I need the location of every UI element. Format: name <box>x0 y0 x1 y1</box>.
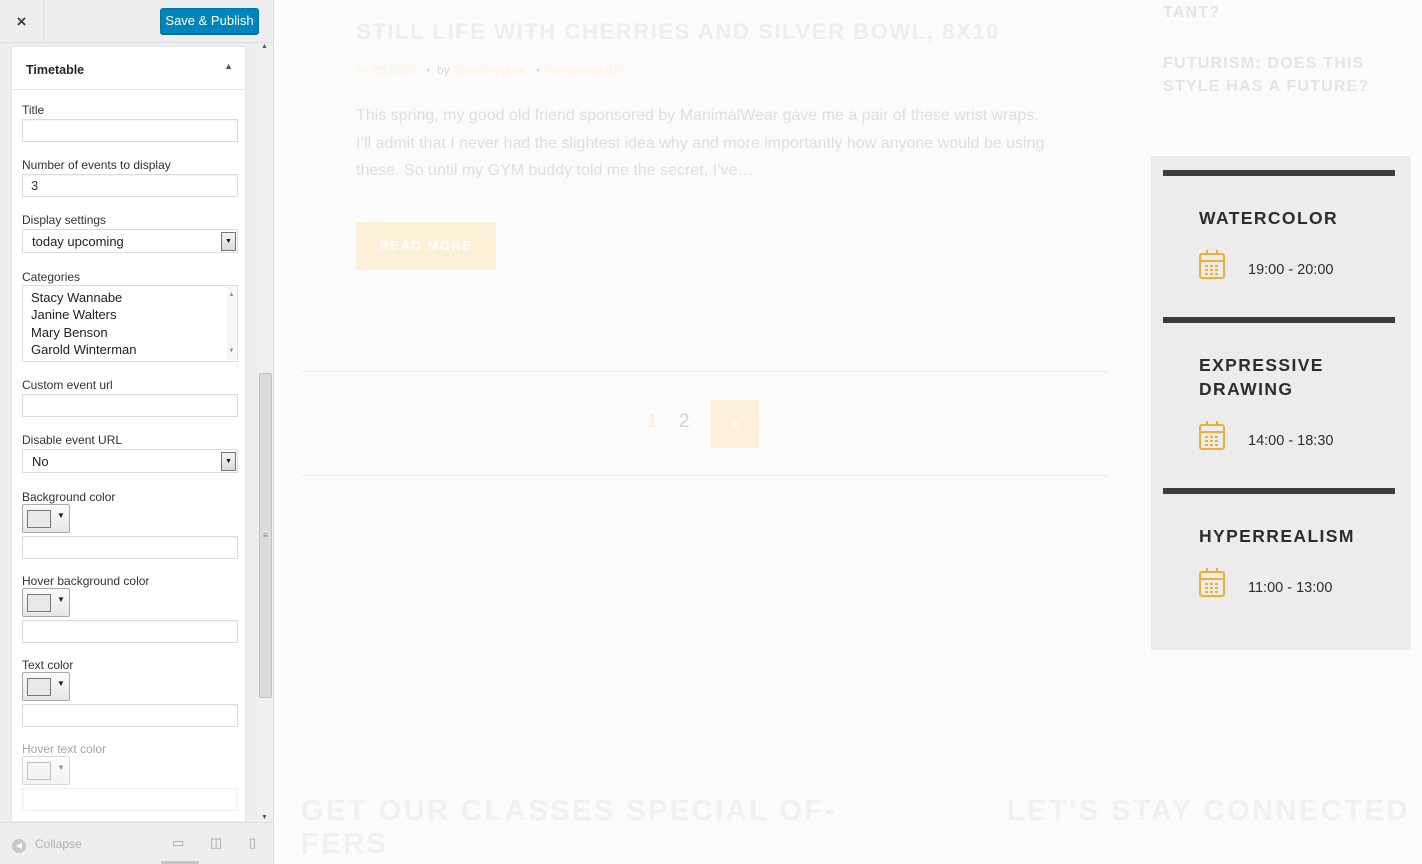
page-link-1[interactable]: 1 <box>647 411 658 433</box>
text-color-input[interactable] <box>22 704 238 727</box>
caret-down-icon: ▼ <box>57 595 65 604</box>
timetable-widget: WATERCOLOR 19:00 - 20:00 EXPRESSIVE DRAW… <box>1151 156 1411 650</box>
scroll-down-icon[interactable]: ▼ <box>227 343 236 360</box>
display-settings-value: today upcoming <box>32 234 124 249</box>
post-excerpt: This spring, my good old friend sponsore… <box>356 107 1045 179</box>
grip-icon: ≡ <box>263 531 268 540</box>
caret-down-icon: ▼ <box>57 679 65 688</box>
widget-form: Title Number of events to display 3 Disp… <box>11 90 246 821</box>
caret-down-icon: ▼ <box>57 511 65 520</box>
tablet-icon[interactable]: ◫ <box>210 835 222 851</box>
dropdown-arrow-icon[interactable]: ▼ <box>221 232 236 251</box>
chevron-right-icon: › <box>731 410 739 435</box>
mobile-icon[interactable]: ▯ <box>249 835 256 851</box>
event-card[interactable]: EXPRESSIVE DRAWING 14:00 - 18:30 <box>1163 317 1395 472</box>
scroll-up-icon[interactable]: ▲ <box>261 43 268 50</box>
disable-url-label: Disable event URL <box>22 433 123 447</box>
color-swatch-icon <box>27 594 51 612</box>
next-page-button[interactable]: › <box>711 400 759 448</box>
event-name[interactable]: WATERCOLOR <box>1199 206 1338 230</box>
post-comments[interactable]: comments (0) <box>547 63 620 77</box>
recent-post-link[interactable]: FUTURISM: DOES THIS STYLE HAS A FUTURE? <box>1163 52 1393 98</box>
category-option[interactable]: Mary Benson <box>31 324 229 341</box>
listbox-scrollbar[interactable]: ▲ ▼ <box>227 287 236 360</box>
caret-down-icon: ▼ <box>57 763 65 772</box>
widget-panel: Timetable ▲ Title Number of events to di… <box>11 43 258 821</box>
color-swatch-icon <box>27 678 51 696</box>
category-option[interactable]: Stacy Wannabe <box>31 289 229 306</box>
bg-color-input[interactable] <box>22 536 238 559</box>
footer-connect-heading: LET'S STAY CONNECTED <box>1007 795 1410 827</box>
event-time: 19:00 - 20:00 <box>1248 262 1334 278</box>
event-time: 11:00 - 13:00 <box>1248 580 1333 596</box>
event-time: 14:00 - 18:30 <box>1248 433 1334 449</box>
save-publish-button[interactable]: Save & Publish <box>160 8 259 34</box>
display-settings-select[interactable]: today upcoming ▼ <box>22 229 238 253</box>
site-preview: STILL LIFE WITH CHERRIES AND SILVER BOWL… <box>274 0 1422 864</box>
hover-text-color-picker[interactable]: ▼ <box>22 756 70 785</box>
post-author[interactable]: Steve Ayokee <box>453 63 526 77</box>
hover-bg-color-input[interactable] <box>22 620 238 643</box>
custom-url-input[interactable] <box>22 394 238 417</box>
divider <box>301 371 1108 372</box>
scrollbar-thumb[interactable]: ≡ <box>259 373 272 698</box>
categories-listbox[interactable]: Stacy Wannabe Janine Walters Mary Benson… <box>22 285 238 362</box>
scroll-down-icon[interactable]: ▼ <box>261 814 268 821</box>
color-swatch-icon <box>27 762 51 780</box>
hover-bg-color-picker[interactable]: ▼ <box>22 588 70 617</box>
color-swatch-icon <box>27 510 51 528</box>
hover-text-color-label: Hover text color <box>22 742 107 756</box>
collapse-arrow-icon[interactable]: ▲ <box>224 61 233 71</box>
collapse-label: Collapse <box>35 837 82 851</box>
event-name[interactable]: EXPRESSIVE DRAWING <box>1199 353 1395 401</box>
category-option[interactable]: Garold Winterman <box>31 341 229 358</box>
desktop-icon[interactable]: ▭ <box>172 835 184 851</box>
post-by: by <box>436 63 450 77</box>
event-name[interactable]: HYPERREALISM <box>1199 524 1355 548</box>
text-color-label: Text color <box>22 658 74 672</box>
page-link-2[interactable]: 2 <box>679 411 690 433</box>
collapse-arrow-icon: ◀ <box>12 839 26 853</box>
bg-color-picker[interactable]: ▼ <box>22 504 70 533</box>
disable-url-value: No <box>32 454 49 469</box>
widget-header[interactable]: Timetable ▲ <box>11 46 246 90</box>
read-more-button[interactable]: READ MORE <box>356 222 496 270</box>
event-card[interactable]: WATERCOLOR 19:00 - 20:00 <box>1163 170 1395 302</box>
calendar-icon <box>1199 250 1225 279</box>
category-option[interactable]: Janine Walters <box>31 306 229 323</box>
custom-url-label: Custom event url <box>22 378 113 392</box>
disable-url-select[interactable]: No ▼ <box>22 449 238 473</box>
scroll-up-icon[interactable]: ▲ <box>227 287 236 304</box>
events-count-label: Number of events to display <box>22 158 171 172</box>
widget-title: Timetable <box>26 63 85 77</box>
post-date[interactable]: 04.05.2016 <box>356 63 416 77</box>
display-settings-label: Display settings <box>22 213 107 227</box>
customizer-footer: ◀ Collapse ▭ ◫ ▯ <box>0 822 273 864</box>
customizer-sidebar: × Save & Publish Timetable ▲ Title Numbe… <box>0 0 274 864</box>
hover-bg-color-label: Hover background color <box>22 574 150 588</box>
title-label: Title <box>22 103 45 117</box>
hover-text-color-input[interactable] <box>22 788 238 811</box>
bg-color-label: Background color <box>22 490 116 504</box>
customizer-header: × Save & Publish <box>0 0 273 43</box>
calendar-icon <box>1199 568 1225 597</box>
calendar-icon <box>1199 421 1225 450</box>
categories-label: Categories <box>22 270 81 284</box>
divider <box>301 475 1108 476</box>
title-input[interactable] <box>22 119 238 142</box>
text-color-picker[interactable]: ▼ <box>22 672 70 701</box>
sidebar-scrollbar[interactable]: ▲ ≡ ▼ <box>258 43 273 821</box>
close-button[interactable]: × <box>0 0 44 43</box>
footer-offers-heading: GET OUR CLASSES SPECIAL OF- FERS <box>301 795 837 860</box>
post-meta: 04.05.2016 • by Steve Ayokee • comments … <box>356 63 621 77</box>
event-card[interactable]: HYPERREALISM 11:00 - 13:00 <box>1163 488 1395 618</box>
events-count-input[interactable]: 3 <box>22 174 238 197</box>
collapse-button[interactable]: ◀ Collapse <box>12 837 82 853</box>
dropdown-arrow-icon[interactable]: ▼ <box>221 452 236 471</box>
post-title[interactable]: STILL LIFE WITH CHERRIES AND SILVER BOWL… <box>356 19 1000 45</box>
recent-post-link[interactable]: TANT? <box>1163 4 1220 22</box>
